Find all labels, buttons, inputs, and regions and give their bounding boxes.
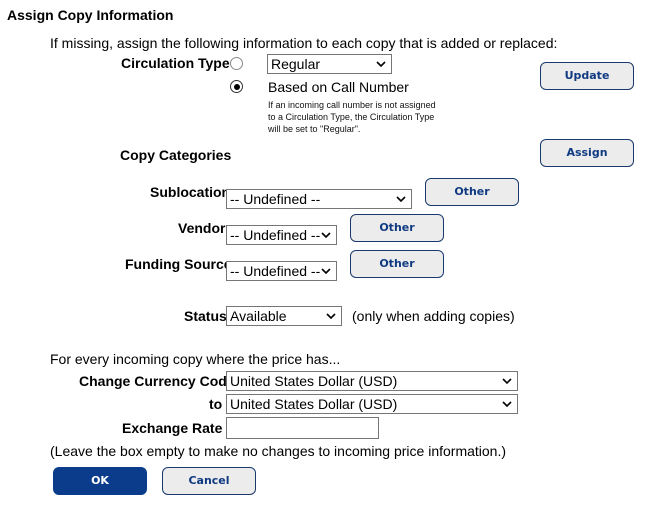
- sublocation-other-button[interactable]: Other: [425, 178, 519, 206]
- funding-source-other-button[interactable]: Other: [350, 250, 444, 278]
- circulation-type-select[interactable]: Regular: [267, 54, 392, 74]
- funding-source-select[interactable]: -- Undefined --: [226, 261, 337, 281]
- to-currency-select[interactable]: United States Dollar (USD): [226, 394, 518, 414]
- status-label: Status: [184, 308, 227, 324]
- chevron-down-icon: [321, 232, 331, 239]
- from-currency-value: United States Dollar (USD): [230, 373, 398, 389]
- chevron-down-icon: [376, 61, 386, 68]
- to-currency-label: to: [209, 396, 223, 412]
- to-currency-value: United States Dollar (USD): [230, 396, 398, 412]
- assign-button[interactable]: Assign: [540, 139, 634, 167]
- vendor-label: Vendor: [178, 220, 226, 236]
- price-intro: For every incoming copy where the price …: [50, 351, 341, 367]
- from-currency-select[interactable]: United States Dollar (USD): [226, 371, 518, 391]
- exchange-rate-input[interactable]: [226, 417, 379, 439]
- based-on-call-number-label: Based on Call Number: [268, 79, 409, 95]
- update-button[interactable]: Update: [540, 62, 634, 90]
- copy-categories-label: Copy Categories: [120, 147, 232, 163]
- circulation-type-select-radio[interactable]: [230, 57, 243, 70]
- chevron-down-icon: [396, 196, 406, 203]
- intro-text: If missing, assign the following informa…: [50, 35, 558, 51]
- call-number-note-line: will be set to "Regular".: [268, 124, 361, 134]
- sublocation-label: Sublocation: [150, 184, 231, 200]
- sublocation-value: -- Undefined --: [230, 191, 321, 207]
- circulation-type-label: Circulation Type: [121, 55, 230, 71]
- chevron-down-icon: [326, 313, 336, 320]
- change-currency-label: Change Currency Code: [79, 373, 235, 389]
- chevron-down-icon: [321, 268, 331, 275]
- funding-source-label: Funding Source: [125, 256, 232, 272]
- call-number-note-line: If an incoming call number is not assign…: [268, 100, 436, 110]
- circulation-type-value: Regular: [271, 56, 321, 72]
- vendor-other-button[interactable]: Other: [350, 214, 444, 242]
- price-note: (Leave the box empty to make no changes …: [50, 443, 507, 459]
- exchange-rate-label: Exchange Rate :: [122, 420, 231, 436]
- vendor-select[interactable]: -- Undefined --: [226, 225, 337, 245]
- call-number-note-line: to a Circulation Type, the Circulation T…: [268, 112, 435, 122]
- cancel-button[interactable]: Cancel: [162, 467, 256, 495]
- ok-button[interactable]: OK: [53, 467, 147, 495]
- vendor-value: -- Undefined --: [230, 227, 321, 243]
- call-number-note: If an incoming call number is not assign…: [268, 99, 436, 135]
- funding-source-value: -- Undefined --: [230, 263, 321, 279]
- sublocation-select[interactable]: -- Undefined --: [226, 189, 412, 209]
- status-value: Available: [230, 308, 287, 324]
- chevron-down-icon: [502, 378, 512, 385]
- status-select[interactable]: Available: [226, 306, 342, 326]
- section-title: Assign Copy Information: [7, 7, 174, 23]
- based-on-call-number-radio[interactable]: [230, 80, 243, 93]
- chevron-down-icon: [502, 401, 512, 408]
- status-note: (only when adding copies): [352, 308, 515, 324]
